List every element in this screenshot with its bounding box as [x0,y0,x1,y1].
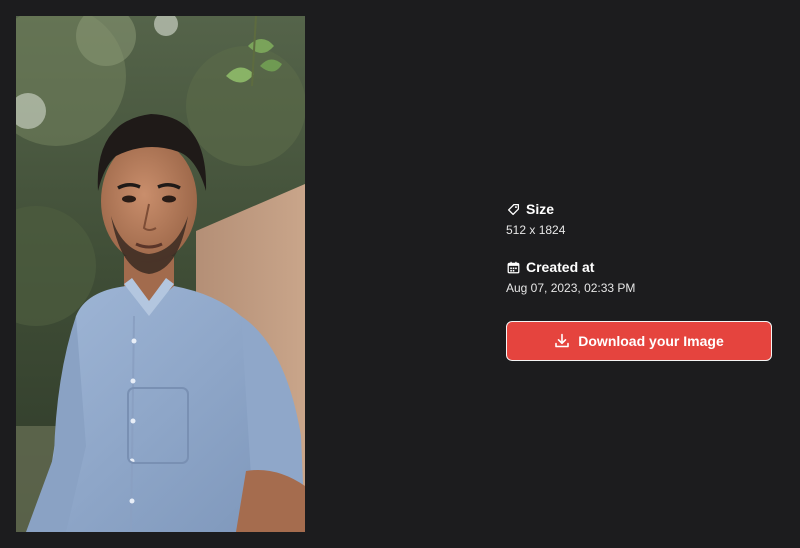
size-label-row: Size [506,200,774,218]
created-label: Created at [526,259,595,275]
created-label-row: Created at [506,258,774,276]
created-row: Created at Aug 07, 2023, 02:33 PM [506,258,774,296]
created-value: Aug 07, 2023, 02:33 PM [506,281,636,295]
image-detail-page: Size 512 x 1824 Created at Aug 07, 2023,… [0,0,800,548]
download-icon [554,333,570,349]
download-image-button[interactable]: Download your Image [506,321,772,361]
size-value: 512 x 1824 [506,223,566,237]
size-row: Size 512 x 1824 [506,200,774,238]
size-label: Size [526,201,555,217]
calendar-icon [506,260,520,274]
tag-icon [506,202,520,216]
generated-image [16,16,305,532]
image-details-panel: Size 512 x 1824 Created at Aug 07, 2023,… [506,200,774,361]
download-button-label: Download your Image [578,333,724,349]
